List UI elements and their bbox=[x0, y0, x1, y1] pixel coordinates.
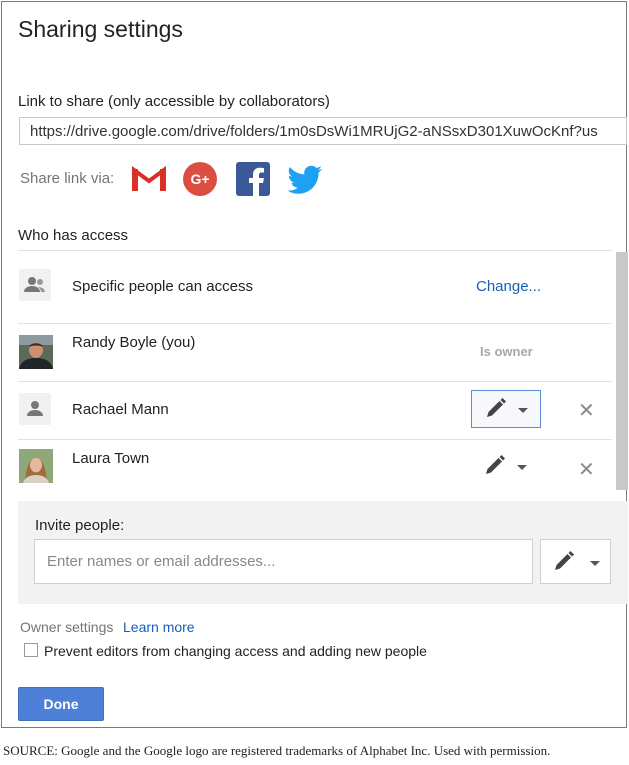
invite-people-label: Invite people: bbox=[35, 517, 125, 534]
share-via-label: Share link via: bbox=[20, 170, 115, 187]
scrollbar[interactable] bbox=[616, 252, 628, 490]
pencil-icon bbox=[555, 551, 574, 570]
collaborator-name: Rachael Mann bbox=[72, 401, 169, 418]
pencil-icon bbox=[487, 398, 506, 417]
chevron-down-icon bbox=[518, 408, 528, 413]
chevron-down-icon bbox=[517, 465, 527, 470]
people-icon bbox=[19, 269, 51, 301]
owner-role-label: Is owner bbox=[480, 344, 533, 359]
gmail-icon[interactable] bbox=[131, 161, 167, 197]
source-caption: SOURCE: Google and the Google logo are r… bbox=[3, 743, 551, 758]
person-icon bbox=[19, 393, 51, 425]
link-to-share-label: Link to share (only accessible by collab… bbox=[18, 93, 330, 110]
divider bbox=[18, 381, 612, 382]
done-button[interactable]: Done bbox=[18, 687, 104, 721]
invite-input[interactable]: Enter names or email addresses... bbox=[34, 539, 533, 584]
avatar bbox=[19, 449, 53, 483]
owner-settings-label: Owner settings bbox=[20, 619, 114, 635]
twitter-icon[interactable] bbox=[286, 161, 323, 197]
permission-dropdown[interactable] bbox=[471, 390, 541, 428]
avatar bbox=[19, 335, 53, 369]
dialog-title: Sharing settings bbox=[18, 16, 183, 42]
collaborator-name: Randy Boyle (you) bbox=[72, 334, 196, 351]
facebook-icon[interactable] bbox=[235, 161, 271, 197]
who-has-access-heading: Who has access bbox=[18, 227, 129, 244]
access-level-label: Specific people can access bbox=[72, 278, 253, 295]
permission-dropdown[interactable] bbox=[471, 448, 541, 486]
collaborator-name: Laura Town bbox=[72, 450, 150, 467]
remove-collaborator-button[interactable]: ✕ bbox=[578, 398, 595, 423]
share-link-field[interactable]: https://drive.google.com/drive/folders/1… bbox=[19, 117, 627, 145]
invite-permission-dropdown[interactable] bbox=[540, 539, 611, 584]
pencil-icon bbox=[486, 455, 505, 474]
sharing-settings-dialog: Sharing settings Link to share (only acc… bbox=[1, 1, 628, 728]
change-access-link[interactable]: Change... bbox=[476, 278, 541, 295]
google-plus-icon[interactable]: G+ bbox=[182, 161, 218, 197]
learn-more-link[interactable]: Learn more bbox=[123, 619, 195, 635]
divider bbox=[18, 439, 612, 440]
svg-text:G+: G+ bbox=[190, 171, 209, 187]
prevent-editors-label[interactable]: Prevent editors from changing access and… bbox=[44, 643, 427, 659]
prevent-editors-checkbox[interactable] bbox=[24, 643, 38, 657]
divider bbox=[18, 323, 612, 324]
chevron-down-icon bbox=[590, 561, 600, 566]
remove-collaborator-button[interactable]: ✕ bbox=[578, 457, 595, 482]
divider bbox=[18, 250, 612, 251]
